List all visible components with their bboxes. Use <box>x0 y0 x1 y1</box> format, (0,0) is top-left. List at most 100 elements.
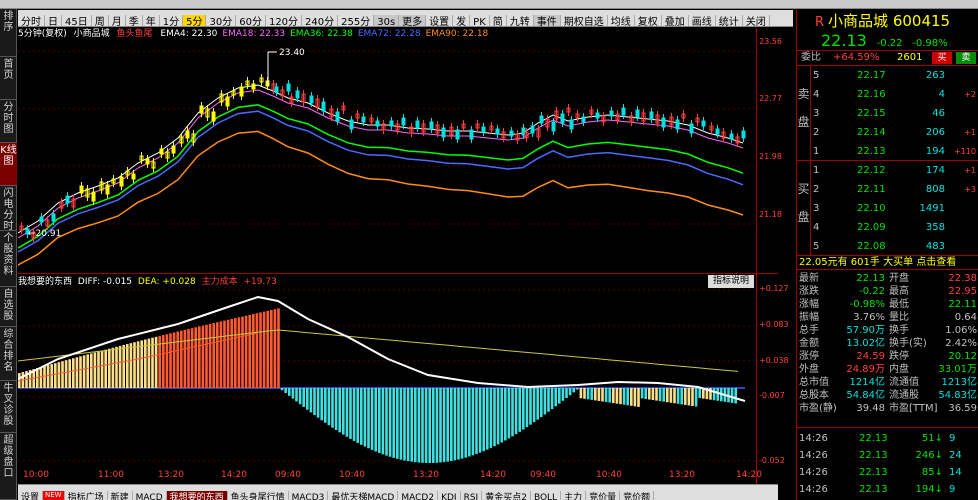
indicator-chart[interactable] <box>18 289 756 469</box>
toolbar-button[interactable]: PK <box>470 15 490 26</box>
indicator-tab[interactable]: 设置 <box>18 491 44 500</box>
sidebar-item[interactable]: 个股资料 <box>0 231 17 287</box>
sidebar-item[interactable]: 超级盘口 <box>0 433 17 500</box>
indicator-tab[interactable]: 竞价量 <box>586 491 621 500</box>
low-annotation: ←20.91 <box>28 229 61 239</box>
toolbar-button[interactable]: 更多 <box>399 15 427 26</box>
toolbar-button[interactable]: 发 <box>453 15 471 26</box>
toolbar-button[interactable]: 5分 <box>183 15 207 26</box>
book-price: 22.13 <box>857 146 886 157</box>
indicator-bar <box>108 348 111 388</box>
stat-label: 外盘 <box>799 364 819 375</box>
kline-chart[interactable]: 23.40 ←20.91 <box>18 40 756 272</box>
indicator-bar <box>367 388 370 449</box>
toolbar-button[interactable]: 240分 <box>302 15 339 26</box>
book-price: 22.11 <box>857 184 886 195</box>
indicator-bar <box>536 388 539 420</box>
book-row[interactable]: 1 22.12 174 +1 <box>813 161 977 180</box>
indicator-tab[interactable]: 新建 <box>108 491 133 500</box>
top-menu-bar: 返回后退前进刷新买入卖出模拟自选F10/F9周期画线论股选股新股预测资金问财热点… <box>0 0 978 9</box>
sidebar-item[interactable]: 综合排名 <box>0 327 17 381</box>
toolbar-button[interactable]: 1分 <box>160 15 184 26</box>
indicator-bar <box>590 388 593 400</box>
indicator-bar <box>349 388 352 439</box>
book-row[interactable]: 3 22.15 46 <box>813 104 977 123</box>
toolbar-button[interactable]: 均线 <box>608 15 635 26</box>
chart-toolbar: 分时日 45日周月季年 1分 5分 30分 60分 120分 240分 255分 30s 更多 设置发… <box>18 10 793 27</box>
indicator-tab[interactable]: MACD2 <box>398 491 439 500</box>
toolbar-button[interactable]: 周 <box>92 15 109 26</box>
candle <box>349 119 354 130</box>
toolbar-button[interactable]: 月 <box>109 15 126 26</box>
indicator-tab[interactable]: 最优天梯MACD <box>328 491 399 500</box>
bid-book: 买盘 1 22.12 174 +1 2 22.11 808 +3 3 22.10 1491 4 22.0… <box>797 161 978 256</box>
book-row[interactable]: 1 22.13 194 +110 <box>813 142 977 161</box>
sidebar-item[interactable]: 分时图 <box>0 100 17 143</box>
indicator-bar <box>378 388 381 453</box>
indicator-bar <box>453 388 457 461</box>
toolbar-button[interactable]: 30分 <box>206 15 237 26</box>
sidebar-item[interactable]: 牛叉诊股 <box>0 381 17 433</box>
indicator-tab[interactable]: NEW <box>43 491 65 500</box>
book-row[interactable]: 2 22.11 808 +3 <box>813 180 977 199</box>
toolbar-button[interactable]: 255分 <box>338 15 375 26</box>
toolbar-button[interactable]: 事件 <box>533 15 561 26</box>
indicator-bar <box>284 388 287 394</box>
sidebar-item[interactable]: K线图 <box>0 143 17 186</box>
toolbar-button[interactable]: 复权 <box>635 15 662 26</box>
pattern-label[interactable]: 鱼头鱼尾 <box>117 29 153 39</box>
toolbar-button[interactable]: 年 <box>143 15 160 26</box>
book-row[interactable]: 3 22.10 1491 <box>813 199 977 218</box>
book-row[interactable]: 4 22.09 358 <box>813 218 977 237</box>
toolbar-button[interactable]: 60分 <box>236 15 266 26</box>
toolbar-button[interactable]: 45日 <box>62 15 92 26</box>
indicator-tab[interactable]: 黄金买点2 <box>482 491 531 500</box>
indicator-tab[interactable]: 我想要的东西 <box>166 491 228 500</box>
toolbar-button[interactable]: 季 <box>126 15 143 26</box>
book-price: 22.09 <box>857 222 886 233</box>
book-row[interactable]: 2 22.14 206 +1 <box>813 123 977 142</box>
indicator-bar <box>525 388 529 428</box>
toolbar-button[interactable]: 30s <box>374 15 400 26</box>
sidebar-item[interactable]: 自选股 <box>0 287 17 327</box>
sidebar-item[interactable]: 闪电分时 <box>0 186 17 232</box>
down-arrow-icon: ↓ <box>934 467 943 478</box>
sidebar-item[interactable]: 首页 <box>0 57 17 100</box>
toolbar-button[interactable]: 分时 <box>18 15 45 26</box>
indicator-tab[interactable]: 指标广场 <box>65 491 108 500</box>
indicator-tab[interactable]: 鱼头身尾行情 <box>228 491 289 500</box>
indicator-tab[interactable]: RSI <box>461 491 483 500</box>
book-row[interactable]: 5 22.17 263 <box>813 66 977 85</box>
toolbar-button[interactable]: 简 <box>490 15 507 26</box>
toolbar-button[interactable]: 关闭 <box>743 15 770 26</box>
indicator-tab[interactable]: MACD3 <box>289 491 329 500</box>
toolbar-button[interactable]: 期权自选 <box>561 15 608 26</box>
sidebar-item[interactable]: 排序 <box>0 9 17 57</box>
book-row[interactable]: 5 22.08 483 <box>813 237 977 256</box>
stat-item: 最高 22.95 <box>889 285 977 298</box>
indicator-bar <box>543 388 547 415</box>
indicator-tab[interactable]: 主力 <box>561 491 587 500</box>
big-order-notice[interactable]: 22.05元有 601手 大买单 点击查看 <box>797 256 978 270</box>
book-row[interactable]: 4 22.16 4 +2 <box>813 85 977 104</box>
indicator-bar <box>313 388 316 416</box>
indicator-tab[interactable]: MACD <box>133 491 167 500</box>
time-tick: 11:00 <box>98 470 124 480</box>
buy-button[interactable]: 买 <box>932 52 952 64</box>
toolbar-button[interactable]: 画线 <box>689 15 716 26</box>
toolbar-button[interactable]: 120分 <box>266 15 303 26</box>
tick-volume: 85↓ <box>907 464 943 481</box>
price-change: -0.22 <box>876 38 903 49</box>
indicator-tab[interactable]: KDJ <box>438 491 461 500</box>
indicator-tab[interactable]: BOLL <box>531 491 562 500</box>
sell-button[interactable]: 卖 <box>956 52 976 64</box>
toolbar-button[interactable]: 设置 <box>426 15 454 26</box>
indicator-help-button[interactable]: 指标说明 <box>708 275 754 288</box>
toolbar-button[interactable]: 统计 <box>716 15 743 26</box>
indicator-bar <box>507 388 511 439</box>
stat-value: 22.11 <box>948 299 977 310</box>
toolbar-button[interactable]: 日 <box>45 15 62 26</box>
indicator-tab[interactable]: 竞价额 <box>620 491 655 500</box>
toolbar-button[interactable]: 叠加 <box>662 15 689 26</box>
toolbar-button[interactable]: 九转 <box>507 15 534 26</box>
